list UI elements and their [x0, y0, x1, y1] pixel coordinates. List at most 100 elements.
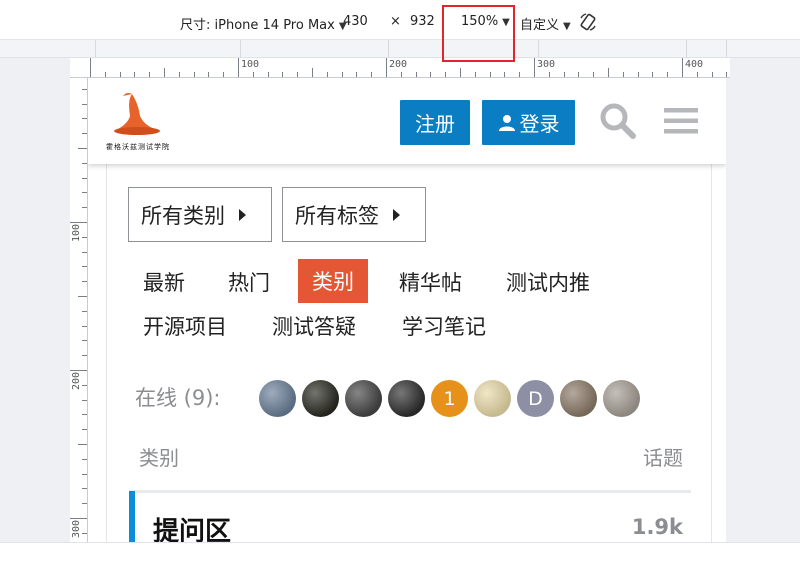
ruler-tick — [104, 72, 106, 77]
ruler-tick — [637, 72, 639, 77]
nav-study-notes[interactable]: 学习笔记 — [402, 311, 486, 341]
ruler-tick — [82, 310, 87, 312]
tag-filter-dropdown[interactable]: 所有标签 — [282, 187, 426, 242]
caret-down-icon: ▼ — [563, 21, 571, 32]
width-input[interactable]: 430 — [343, 14, 368, 29]
ruler-tick — [82, 251, 87, 253]
user-avatar[interactable]: D — [517, 380, 554, 417]
ruler-label: 200 — [389, 59, 408, 70]
ruler-label: 100 — [241, 59, 260, 70]
nav-top[interactable]: 热门 — [228, 267, 270, 297]
nav-test-referral[interactable]: 测试内推 — [506, 267, 590, 297]
ruler-tick — [622, 72, 624, 77]
category-filter-dropdown[interactable]: 所有类别 — [128, 187, 272, 242]
ruler-tick — [82, 340, 87, 342]
category-name[interactable]: 提问区 — [153, 511, 231, 542]
ruler-tick — [82, 399, 87, 401]
menu-button[interactable] — [660, 100, 702, 142]
ruler-tick — [82, 177, 87, 179]
user-avatar[interactable] — [474, 380, 511, 417]
user-avatar[interactable] — [560, 380, 597, 417]
ruler-tick — [82, 384, 87, 386]
user-avatar[interactable] — [603, 380, 640, 417]
preset-select[interactable]: 自定义 ▼ — [520, 14, 571, 33]
ruler-tick — [489, 72, 491, 77]
caret-right-icon — [239, 208, 246, 221]
media-query-marker — [95, 40, 96, 58]
user-avatar[interactable] — [259, 380, 296, 417]
ruler-tick — [548, 72, 550, 77]
wizard-hat-icon — [114, 92, 160, 135]
ruler-tick — [82, 192, 87, 194]
vertical-ruler: 100 200 300 — [70, 78, 88, 542]
category-row[interactable]: 提问区 1.9k — [129, 491, 691, 542]
ruler-tick — [326, 72, 328, 77]
ruler-tick — [164, 68, 165, 77]
ruler-tick — [297, 72, 299, 77]
category-filter-label: 所有类别 — [141, 203, 225, 228]
ruler-tick — [474, 72, 476, 77]
search-button[interactable] — [597, 100, 639, 142]
ruler-tick — [652, 72, 654, 77]
ruler-tick — [193, 72, 195, 77]
ruler-tick — [371, 72, 373, 77]
media-query-marker — [240, 40, 241, 58]
ruler-tick — [82, 414, 87, 416]
logo-text: 霍格沃兹测试学院 — [106, 143, 170, 151]
category-topic-count: 1.9k — [631, 515, 683, 539]
ruler-tick — [82, 88, 87, 90]
column-header-topics: 话题 — [643, 446, 683, 470]
height-input[interactable]: 932 — [410, 14, 435, 29]
ruler-tick — [534, 58, 535, 77]
site-logo[interactable]: 霍格沃兹测试学院 — [106, 90, 170, 154]
nav-featured[interactable]: 精华帖 — [399, 267, 462, 297]
preset-label: 自定义 — [520, 18, 560, 33]
ruler-label: 300 — [537, 59, 556, 70]
media-query-marker — [726, 40, 727, 58]
media-query-marker — [538, 40, 539, 58]
ruler-tick — [504, 72, 506, 77]
ruler-tick — [90, 58, 91, 77]
ruler-tick — [386, 58, 387, 77]
tag-filter-label: 所有标签 — [295, 203, 379, 228]
register-button[interactable]: 注册 — [400, 100, 470, 145]
ruler-tick — [82, 236, 87, 238]
ruler-label: 200 — [71, 371, 82, 390]
ruler-tick — [356, 72, 358, 77]
ruler-tick — [82, 429, 87, 431]
ruler-tick — [82, 473, 87, 475]
nav-latest[interactable]: 最新 — [143, 267, 185, 297]
ruler-tick — [578, 72, 580, 77]
ruler-tick — [400, 72, 402, 77]
user-avatar[interactable] — [345, 380, 382, 417]
ruler-tick — [78, 296, 87, 297]
ruler-tick — [70, 222, 87, 223]
ruler-label: 400 — [685, 59, 704, 70]
rotate-icon[interactable] — [578, 12, 598, 36]
ruler-tick — [430, 72, 432, 77]
device-label: 尺寸: iPhone 14 Pro Max — [180, 18, 335, 33]
ruler-tick — [70, 370, 87, 371]
caret-right-icon — [393, 208, 400, 221]
ruler-tick — [415, 72, 417, 77]
login-label: 登录 — [519, 112, 560, 136]
window-bottom-edge — [0, 542, 800, 564]
ruler-tick — [82, 532, 87, 534]
user-avatar[interactable]: 1 — [431, 380, 468, 417]
ruler-tick — [78, 444, 87, 445]
nav-categories[interactable]: 类别 — [298, 259, 368, 303]
ruler-tick — [82, 118, 87, 120]
nav-test-qa[interactable]: 测试答疑 — [272, 311, 356, 341]
user-icon — [498, 114, 515, 131]
login-button[interactable]: 登录 — [482, 100, 575, 145]
ruler-tick — [445, 72, 447, 77]
user-avatar[interactable] — [388, 380, 425, 417]
ruler-tick — [134, 72, 136, 77]
ruler-tick — [82, 325, 87, 327]
user-avatar[interactable] — [302, 380, 339, 417]
hamburger-icon — [664, 108, 698, 134]
device-select[interactable]: 尺寸: iPhone 14 Pro Max ▼ — [180, 14, 347, 33]
nav-open-source[interactable]: 开源项目 — [143, 311, 227, 341]
site-header: 霍格沃兹测试学院 注册 登录 — [88, 78, 726, 164]
ruler-tick — [149, 72, 151, 77]
